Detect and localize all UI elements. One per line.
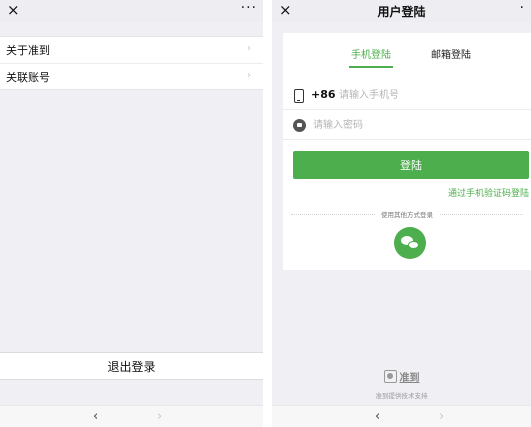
browser-toolbar: ‹ ›: [0, 405, 263, 427]
menu-item-label: 关联账号: [6, 70, 50, 84]
lock-icon: [293, 119, 306, 132]
country-code[interactable]: +86: [311, 88, 336, 101]
menu-item-about[interactable]: 关于准到 ›: [0, 37, 263, 63]
login-card: 手机登陆 邮箱登陆 +86 登陆 通过手机验证码登陆 使用其他方式登录: [283, 33, 531, 270]
settings-screen: × ··· 关于准到 › 关联账号 › 退出登录 ‹ ›: [0, 0, 263, 427]
back-icon[interactable]: ‹: [375, 409, 380, 425]
close-icon[interactable]: ×: [7, 1, 20, 19]
settings-navbar: × ···: [0, 0, 263, 22]
browser-toolbar: ‹ ›: [272, 405, 531, 427]
login-navbar: × 用户登陆 ·: [272, 0, 531, 22]
wechat-icon-bubble: [408, 241, 419, 249]
settings-menu: 关于准到 › 关联账号 ›: [0, 36, 263, 90]
pane-divider: [263, 0, 272, 427]
logout-button[interactable]: 退出登录: [0, 352, 263, 380]
login-button[interactable]: 登陆: [293, 151, 529, 179]
more-icon[interactable]: ···: [241, 0, 257, 16]
brand-footer: 准到 准到提供技术支持: [272, 368, 531, 400]
menu-item-linked-accounts[interactable]: 关联账号 ›: [0, 63, 263, 89]
more-icon[interactable]: ·: [520, 0, 525, 16]
brand-logo: 准到: [383, 369, 420, 384]
other-methods-text: 使用其他方式登录: [375, 211, 439, 219]
phone-icon: [294, 89, 304, 103]
brand-name: 准到: [399, 373, 420, 384]
forward-icon[interactable]: ›: [439, 409, 444, 425]
password-field: [283, 110, 531, 140]
password-input[interactable]: [313, 117, 513, 133]
login-tabs: 手机登陆 邮箱登陆: [283, 46, 531, 68]
login-screen: × 用户登陆 · 手机登陆 邮箱登陆 +86 登陆 通过手机验证码登陆 使用其他…: [272, 0, 531, 427]
forward-icon[interactable]: ›: [157, 409, 162, 425]
brand-tagline: 准到提供技术支持: [375, 392, 428, 400]
page-title: 用户登陆: [377, 5, 426, 19]
menu-item-label: 关于准到: [6, 44, 50, 57]
active-tab-indicator: [349, 66, 393, 68]
sms-login-link[interactable]: 通过手机验证码登陆: [448, 186, 529, 199]
other-methods-label: 使用其他方式登录: [283, 209, 531, 219]
tab-phone-login[interactable]: 手机登陆: [351, 46, 391, 61]
phone-field: +86: [283, 80, 531, 110]
tab-email-login[interactable]: 邮箱登陆: [431, 46, 471, 61]
wechat-login-button[interactable]: [394, 227, 426, 259]
phone-input[interactable]: [339, 87, 519, 103]
back-icon[interactable]: ‹: [93, 409, 98, 425]
chevron-right-icon: ›: [247, 43, 251, 54]
chevron-right-icon: ›: [247, 70, 251, 81]
brand-logo-icon: [383, 370, 397, 383]
